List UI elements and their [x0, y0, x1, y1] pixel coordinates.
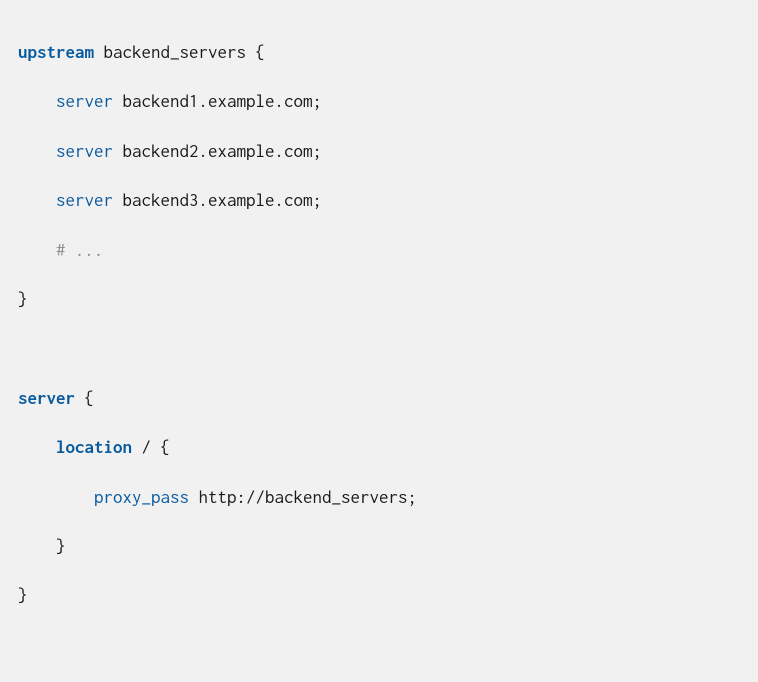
keyword-upstream: upstream	[18, 42, 94, 62]
keyword-location: location	[56, 437, 132, 457]
code-text: http://backend_servers;	[189, 487, 417, 507]
code-text: backend1.example.com;	[113, 91, 322, 111]
code-line-11: }	[18, 536, 66, 556]
keyword-server: server	[18, 388, 75, 408]
indent	[18, 487, 94, 507]
indent	[18, 141, 56, 161]
code-line-5: # ...	[18, 240, 104, 260]
code-text: backend_servers {	[94, 42, 265, 62]
keyword-server: server	[56, 190, 113, 210]
indent	[18, 240, 56, 260]
indent	[18, 91, 56, 111]
code-line-9: location / {	[18, 437, 170, 457]
indent	[18, 536, 56, 556]
code-text: }	[56, 536, 66, 556]
keyword-server: server	[56, 91, 113, 111]
code-line-10: proxy_pass http://backend_servers;	[18, 487, 417, 507]
keyword-proxy-pass: proxy_pass	[94, 487, 189, 507]
code-line-2: server backend1.example.com;	[18, 91, 322, 111]
keyword-server: server	[56, 141, 113, 161]
code-text: backend2.example.com;	[113, 141, 322, 161]
indent	[18, 190, 56, 210]
code-line-4: server backend3.example.com;	[18, 190, 322, 210]
indent	[18, 437, 56, 457]
code-comment: # ...	[56, 240, 104, 260]
code-text: {	[75, 388, 94, 408]
code-line-8: server {	[18, 388, 94, 408]
code-line-3: server backend2.example.com;	[18, 141, 322, 161]
code-text: / {	[132, 437, 170, 457]
code-line-12: }	[18, 585, 28, 605]
code-line-1: upstream backend_servers {	[18, 42, 265, 62]
code-block: upstream backend_servers { server backen…	[18, 28, 740, 621]
code-line-6: }	[18, 289, 28, 309]
code-text: backend3.example.com;	[113, 190, 322, 210]
